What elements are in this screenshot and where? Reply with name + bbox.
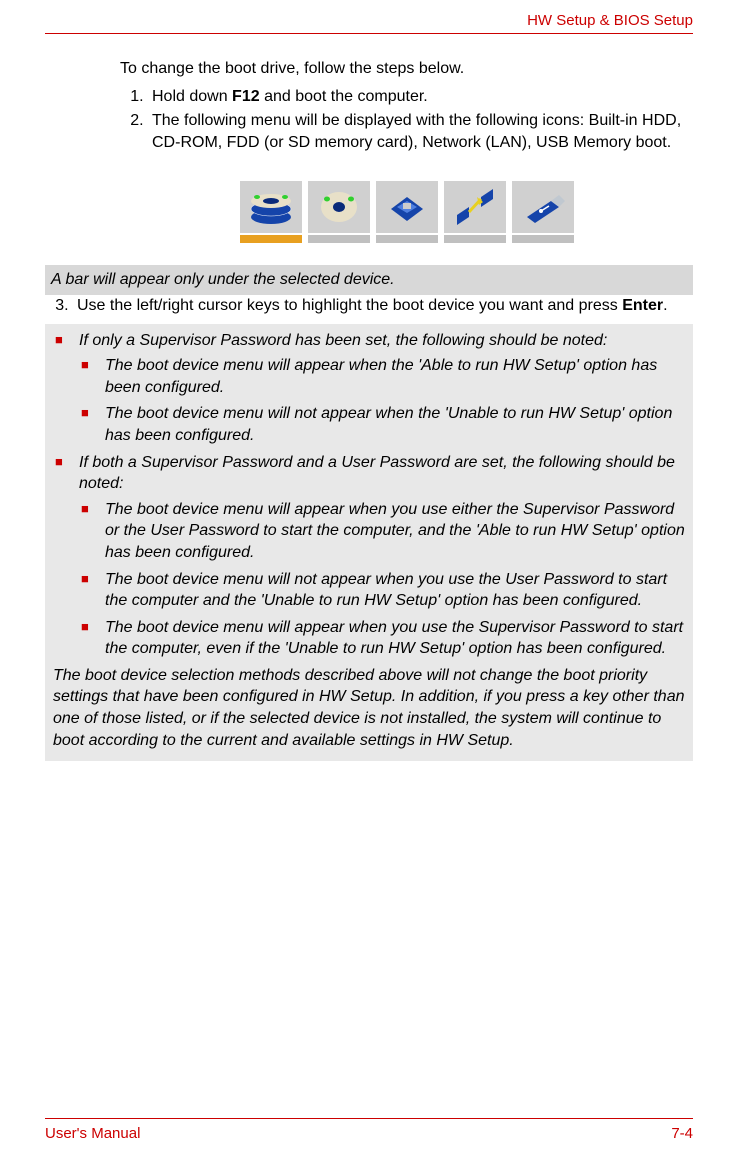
note2-b2s2: The boot device menu will not appear whe… bbox=[79, 569, 685, 612]
boot-icon-row bbox=[120, 181, 693, 243]
note2-list: If only a Supervisor Password has been s… bbox=[53, 330, 685, 660]
note2-b2-text: If both a Supervisor Password and a User… bbox=[79, 454, 675, 493]
step-list-continued: Use the left/right cursor keys to highli… bbox=[45, 295, 693, 317]
note2-b1s2: The boot device menu will not appear whe… bbox=[79, 403, 685, 446]
header-section: HW Setup & BIOS Setup bbox=[45, 0, 693, 33]
note2-b1-sub: The boot device menu will appear when th… bbox=[79, 355, 685, 446]
cdrom-cell bbox=[308, 181, 370, 243]
hdd-cell bbox=[240, 181, 302, 243]
footer: User's Manual 7-4 bbox=[45, 1118, 693, 1142]
step1-pre: Hold down bbox=[152, 88, 232, 105]
usb-cell bbox=[512, 181, 574, 243]
step3-key: Enter bbox=[622, 297, 663, 314]
footer-rule bbox=[45, 1118, 693, 1119]
step-2: The following menu will be displayed wit… bbox=[148, 110, 693, 153]
note2-b2s1: The boot device menu will appear when yo… bbox=[79, 499, 685, 564]
network-bar bbox=[444, 235, 506, 243]
step1-key: F12 bbox=[232, 88, 260, 105]
hdd-bar-active bbox=[240, 235, 302, 243]
intro-text: To change the boot drive, follow the ste… bbox=[120, 58, 693, 80]
info-icon bbox=[0, 326, 12, 360]
usb-bar bbox=[512, 235, 574, 243]
network-cell bbox=[444, 181, 506, 243]
fdd-bar bbox=[376, 235, 438, 243]
note1-row: A bar will appear only under the selecte… bbox=[0, 265, 693, 319]
cdrom-icon bbox=[308, 181, 370, 233]
fdd-icon bbox=[376, 181, 438, 233]
note2-b2: If both a Supervisor Password and a User… bbox=[53, 452, 685, 660]
footer-left: User's Manual bbox=[45, 1125, 140, 1142]
note2-b2s3: The boot device menu will appear when yo… bbox=[79, 617, 685, 660]
usb-icon bbox=[512, 181, 574, 233]
header-rule bbox=[45, 33, 693, 34]
footer-right: 7-4 bbox=[671, 1125, 693, 1142]
network-icon bbox=[444, 181, 506, 233]
note2-b1-text: If only a Supervisor Password has been s… bbox=[79, 332, 607, 349]
note2-box: If only a Supervisor Password has been s… bbox=[45, 324, 693, 762]
note2-para: The boot device selection methods descri… bbox=[53, 665, 685, 751]
note2-b1s1: The boot device menu will appear when th… bbox=[79, 355, 685, 398]
step3-post: . bbox=[663, 297, 667, 314]
info-icon bbox=[0, 267, 12, 301]
note2-b2-sub: The boot device menu will appear when yo… bbox=[79, 499, 685, 660]
step3-pre: Use the left/right cursor keys to highli… bbox=[77, 297, 622, 314]
fdd-cell bbox=[376, 181, 438, 243]
note2-row: If only a Supervisor Password has been s… bbox=[0, 324, 693, 762]
step-list: Hold down F12 and boot the computer. The… bbox=[120, 86, 693, 154]
step-3: Use the left/right cursor keys to highli… bbox=[73, 295, 693, 317]
main-content: To change the boot drive, follow the ste… bbox=[120, 58, 693, 243]
note1-text: A bar will appear only under the selecte… bbox=[45, 265, 693, 295]
cdrom-bar bbox=[308, 235, 370, 243]
note2-b1: If only a Supervisor Password has been s… bbox=[53, 330, 685, 447]
step-1: Hold down F12 and boot the computer. bbox=[148, 86, 693, 108]
hdd-icon bbox=[240, 181, 302, 233]
step1-post: and boot the computer. bbox=[260, 88, 428, 105]
